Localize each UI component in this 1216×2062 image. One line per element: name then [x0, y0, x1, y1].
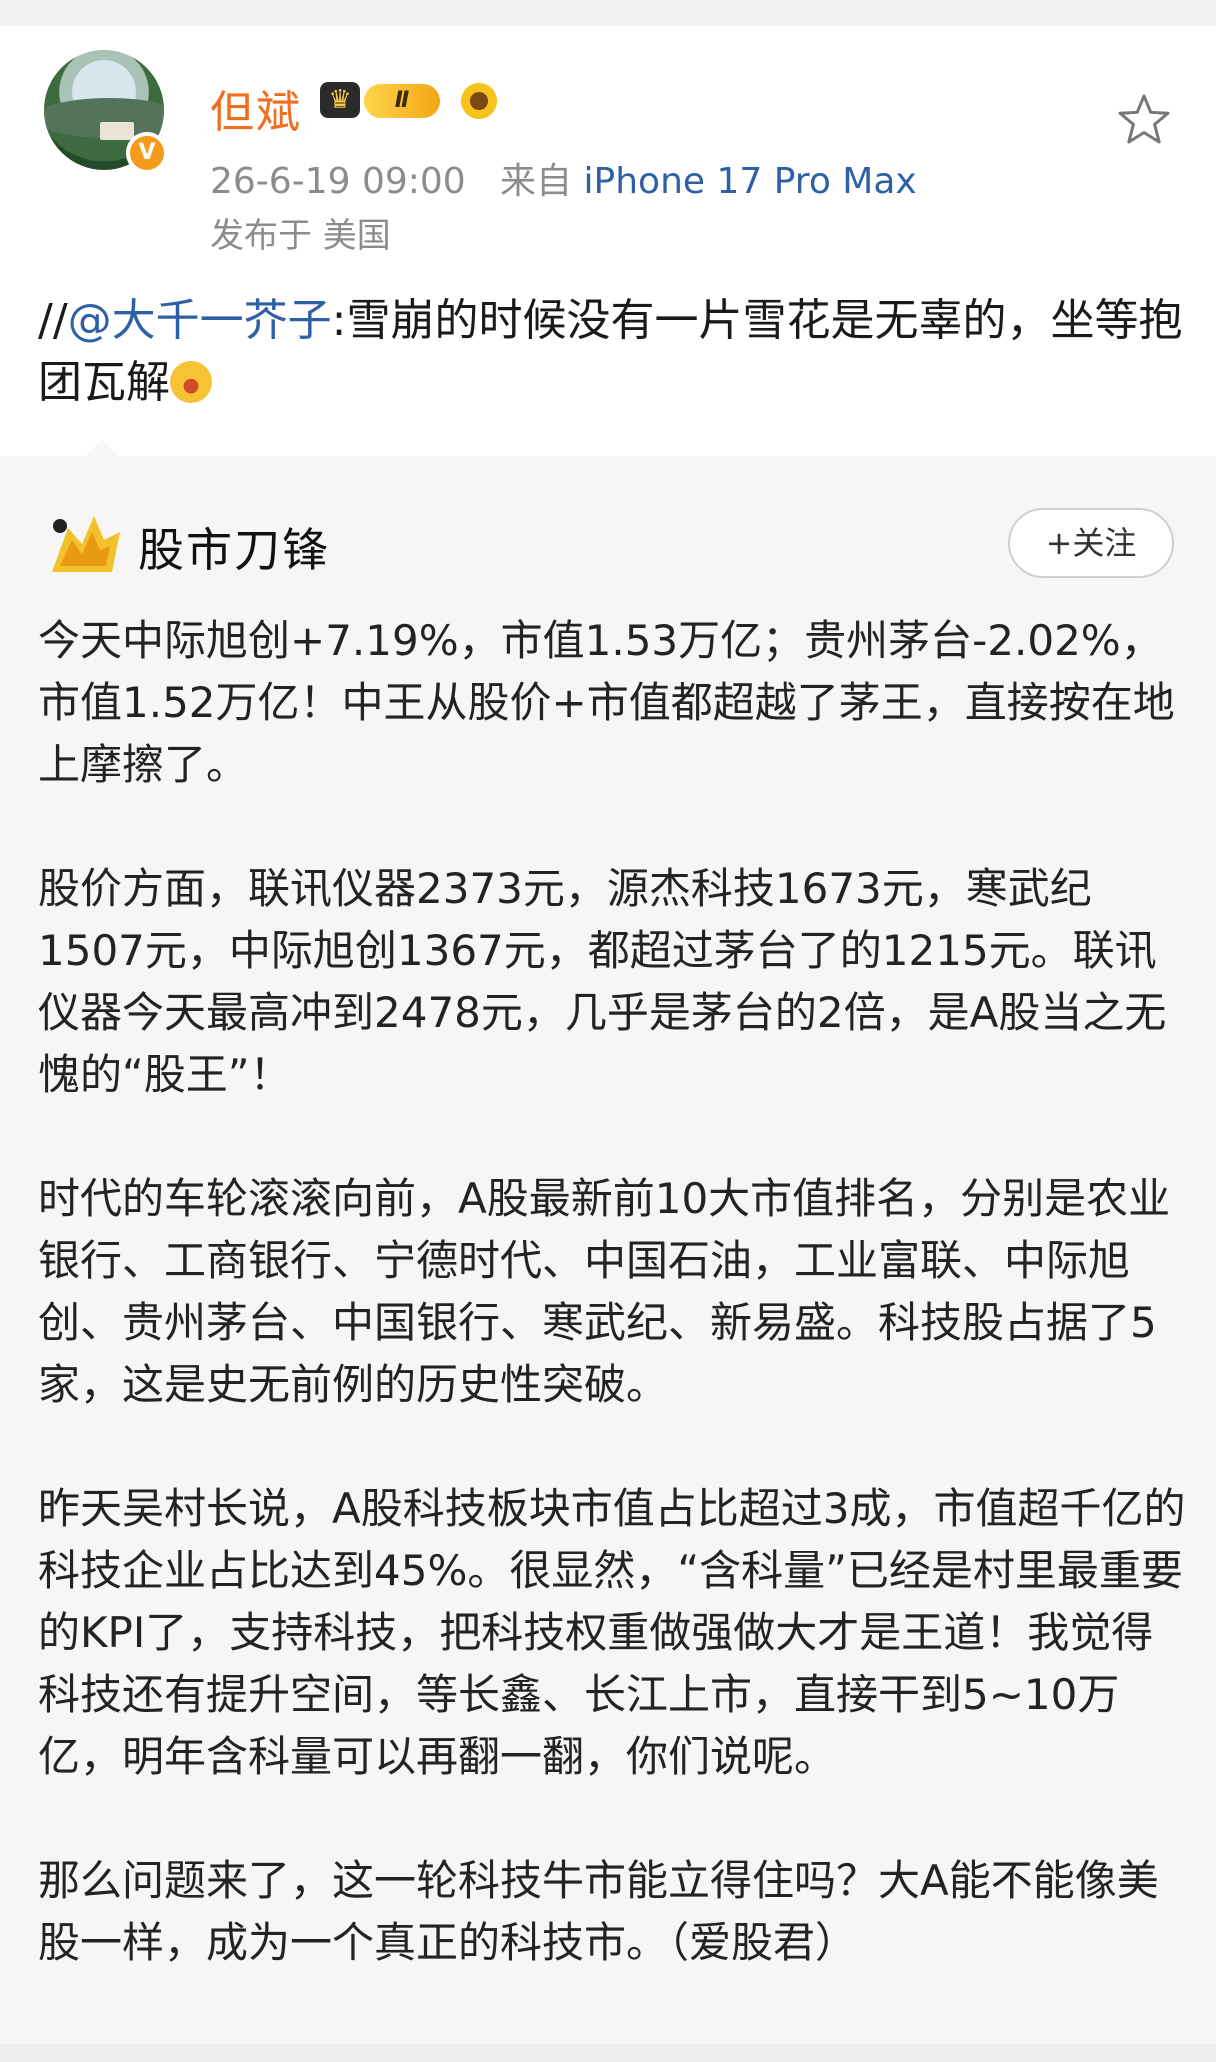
sunflower-icon[interactable] [458, 80, 500, 122]
crown-badge-icon[interactable]: ♛ [320, 82, 360, 118]
timestamp: 26-6-19 09:00 [210, 161, 466, 202]
device-source[interactable]: iPhone 17 Pro Max [584, 161, 917, 202]
post-text: //@大千一芥子:雪崩的时候没有一片雪花是无辜的，坐等抱团瓦解 [38, 290, 1188, 414]
laugh-emoji-icon [170, 361, 212, 403]
level-badge-icon[interactable]: Ⅱ [364, 84, 440, 118]
source-prefix: 来自 [500, 161, 573, 202]
source-logo-icon[interactable] [42, 510, 126, 582]
location: 发布于 美国 [210, 216, 391, 256]
top-divider [0, 0, 1216, 26]
post-meta: 26-6-19 09:00 来自 iPhone 17 Pro Max [210, 152, 917, 204]
repost-article: 今天中际旭创+7.19%，市值1.53万亿；贵州茅台-2.02%，市值1.52万… [38, 610, 1188, 2036]
star-icon[interactable] [1116, 92, 1172, 148]
article-paragraph: 那么问题来了，这一轮科技牛市能立得住吗？大A能不能像美股一样，成为一个真正的科技… [38, 1856, 1159, 1967]
source-name[interactable]: 股市刀锋 [138, 514, 330, 580]
bottom-divider [0, 2044, 1216, 2062]
article-paragraph: 时代的车轮滚滚向前，A股最新前10大市值排名，分别是农业银行、工商银行、宁德时代… [38, 1174, 1171, 1409]
article-paragraph: 今天中际旭创+7.19%，市值1.53万亿；贵州茅台-2.02%，市值1.52万… [38, 616, 1175, 789]
article-paragraph: 股价方面，联讯仪器2373元，源杰科技1673元，寒武纪1507元，中际旭创13… [38, 864, 1167, 1099]
verified-icon: V [126, 132, 168, 174]
avatar-house [100, 122, 134, 140]
text-prefix: // [38, 295, 68, 346]
repost-pointer [84, 440, 120, 458]
follow-button[interactable]: +关注 [1008, 508, 1174, 578]
article-paragraph: 昨天吴村长说，A股科技板块市值占比超过3成，市值超千亿的科技企业占比达到45%。… [38, 1484, 1186, 1781]
mention-link[interactable]: @大千一芥子 [68, 295, 332, 346]
username[interactable]: 但斌 [210, 76, 302, 140]
